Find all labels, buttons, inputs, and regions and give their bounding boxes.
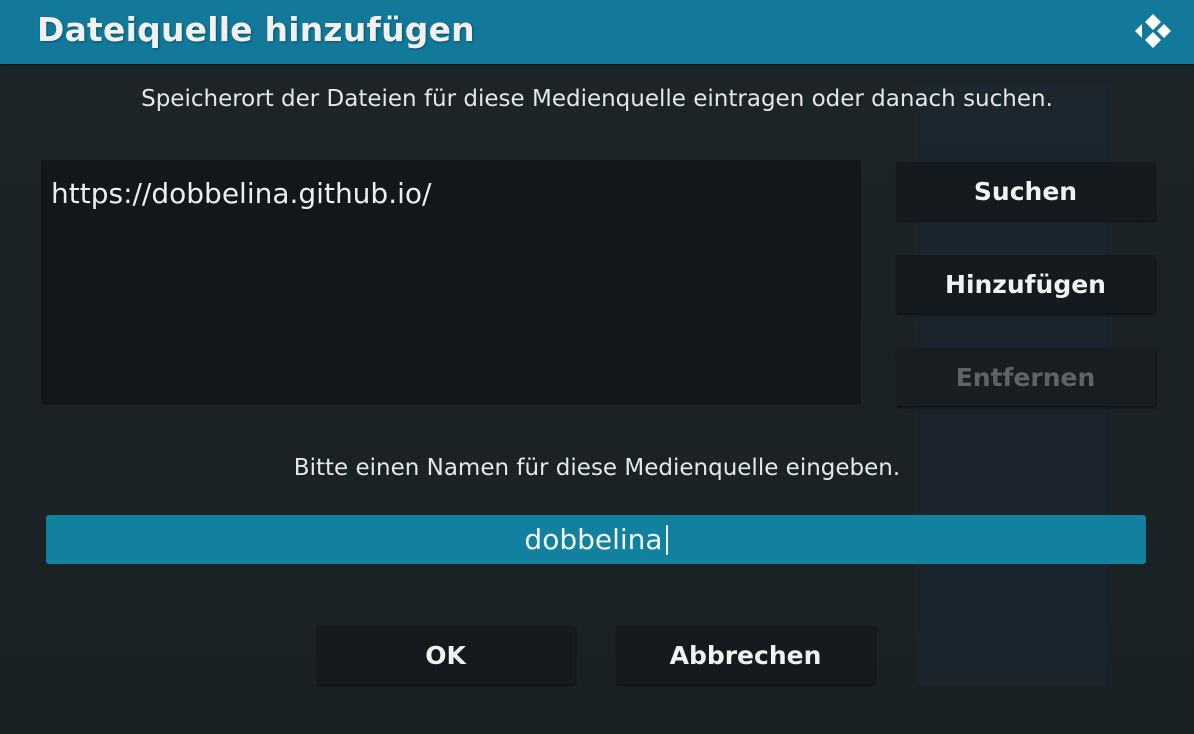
source-name-value: dobbelina — [524, 523, 663, 556]
kodi-logo-icon — [1135, 14, 1171, 48]
remove-button[interactable]: Entfernen — [896, 348, 1155, 406]
dialog-title: Dateiquelle hinzufügen — [37, 10, 475, 49]
path-instruction: Speicherort der Dateien für diese Medien… — [141, 86, 1053, 112]
text-caret — [665, 524, 668, 555]
browse-button[interactable]: Suchen — [896, 162, 1155, 220]
add-button[interactable]: Hinzufügen — [896, 255, 1155, 313]
source-name-input[interactable]: dobbelina — [46, 515, 1146, 564]
source-path-list[interactable]: https://dobbelina.github.io/ — [41, 160, 861, 405]
ok-button[interactable]: OK — [316, 626, 575, 684]
dialog-header: Dateiquelle hinzufügen — [0, 0, 1194, 64]
add-source-dialog: Dateiquelle hinzufügen Speicherort der D… — [0, 0, 1194, 734]
source-path-item[interactable]: https://dobbelina.github.io/ — [51, 177, 431, 210]
name-instruction: Bitte einen Namen für diese Medienquelle… — [293, 455, 901, 481]
cancel-button[interactable]: Abbrechen — [616, 626, 875, 684]
